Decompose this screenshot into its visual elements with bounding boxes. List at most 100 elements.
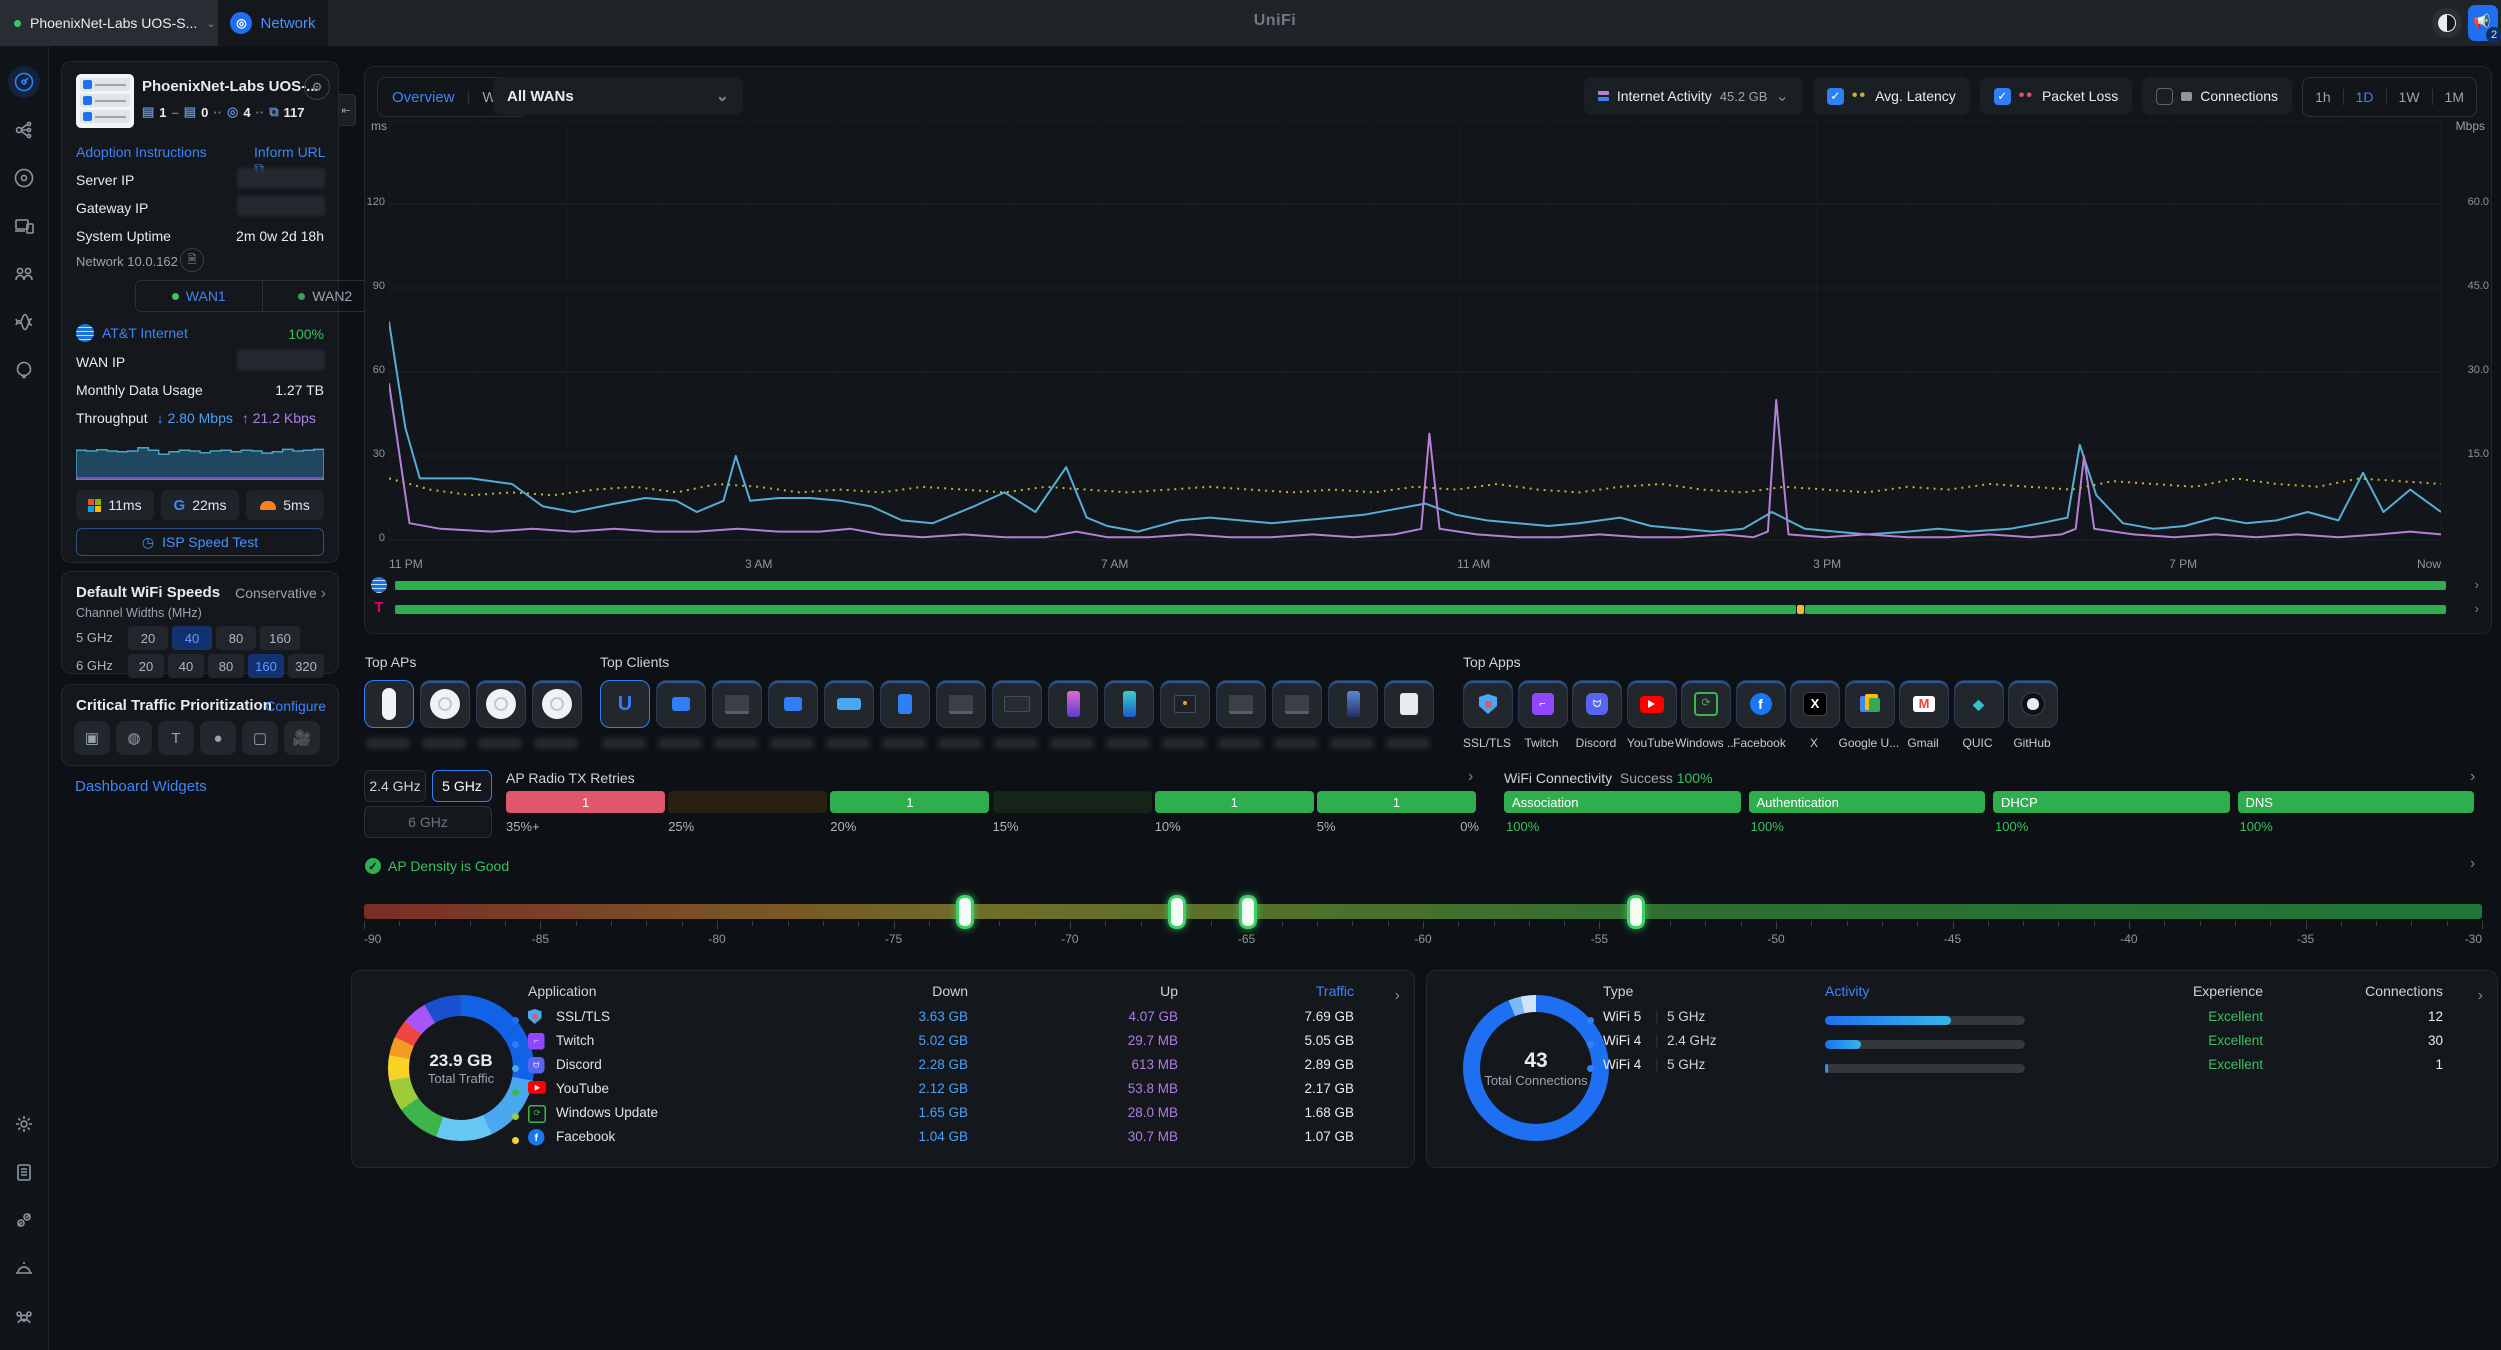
traffic-row[interactable]: f Facebook 1.04 GB 30.7 MB 1.07 GB (528, 1129, 1378, 1153)
tile-phone-blue-icon[interactable] (1328, 680, 1376, 752)
tile-phone-teal-icon[interactable] (1104, 680, 1152, 752)
traffic-row[interactable]: SSL/TLS 3.63 GB 4.07 GB 7.69 GB (528, 1009, 1378, 1033)
time-range-1h[interactable]: 1h (2303, 89, 2343, 105)
sidebar-clients-icon[interactable] (8, 210, 40, 242)
band-5g-button[interactable]: 5 GHz (432, 770, 492, 802)
tile-x[interactable]: XX (1790, 680, 1838, 770)
traffic-row[interactable]: ⟳ Windows Update 1.65 GB 28.0 MB 1.68 GB (528, 1105, 1378, 1129)
tile-unifi-logo-icon[interactable]: U (600, 680, 648, 752)
release-notes-icon[interactable]: 🗎 (180, 248, 204, 272)
tile-laptop-icon[interactable] (712, 680, 760, 752)
uptime-chevron-icon[interactable]: › (2475, 577, 2479, 592)
sidebar-unifi-devices-icon[interactable] (8, 162, 40, 194)
sidebar-hotspot-icon[interactable] (8, 354, 40, 386)
tab-overview[interactable]: Overview (392, 89, 455, 106)
ap-density-marker[interactable] (1168, 895, 1186, 929)
channel-width-chip[interactable]: 40 (168, 654, 204, 678)
channel-width-chip[interactable]: 20 (128, 626, 168, 650)
channel-width-chip[interactable]: 160 (260, 626, 300, 650)
tile-iot-tall-icon[interactable] (880, 680, 928, 752)
wan-select[interactable]: All WANs⌄ (493, 77, 743, 115)
ap-density-marker[interactable] (1239, 895, 1257, 929)
band-6g-button[interactable]: 6 GHz (364, 806, 492, 838)
tile-box-device-icon[interactable] (1160, 680, 1208, 752)
retries-chevron-icon[interactable]: › (1468, 768, 1473, 786)
tile-ap-disc-icon[interactable] (420, 680, 468, 752)
channel-width-chip[interactable]: 320 (288, 654, 324, 678)
tile-gmail[interactable]: MGmail (1899, 680, 1947, 770)
sort-traffic[interactable]: Traffic (1316, 983, 1354, 999)
sidebar-integrations-icon[interactable] (8, 1204, 40, 1236)
band-2g-button[interactable]: 2.4 GHz (364, 770, 426, 802)
type-row[interactable]: WiFi 4 | 5 GHz Excellent 1 (1603, 1057, 2463, 1081)
adoption-instructions-link[interactable]: Adoption Instructions (76, 144, 207, 160)
type-row[interactable]: WiFi 4 | 2.4 GHz Excellent 30 (1603, 1033, 2463, 1057)
sidebar-guests-icon[interactable] (8, 258, 40, 290)
tile-google-u-[interactable]: Google U... (1845, 680, 1893, 770)
sidebar-statistics-icon[interactable] (8, 306, 40, 338)
sidebar-system-log-icon[interactable] (8, 1156, 40, 1188)
tile-ap-disc-icon[interactable] (476, 680, 524, 752)
sort-activity[interactable]: Activity (1825, 983, 1869, 999)
tile-phone-pink-icon[interactable] (1048, 680, 1096, 752)
tile-ssl-tls[interactable]: SSL/TLS (1463, 680, 1511, 770)
tile-laptop-icon[interactable] (1216, 680, 1264, 752)
announcements-button[interactable]: 📢 2 (2468, 5, 2498, 41)
isp-speed-test-button[interactable]: ◷ISP Speed Test (76, 528, 324, 556)
tile-iot-device-icon[interactable] (656, 680, 704, 752)
avg-latency-toggle[interactable]: ✓ •• Avg. Latency (1813, 77, 1970, 115)
sidebar-alerts-icon[interactable] (8, 1252, 40, 1284)
tile-iot-device-icon[interactable] (768, 680, 816, 752)
tab-wan1[interactable]: WAN1 (136, 281, 263, 311)
tile-laptop-icon[interactable] (1272, 680, 1320, 752)
tile-facebook[interactable]: fFacebook (1736, 680, 1784, 770)
tile-discord[interactable]: ᗢDiscord (1572, 680, 1620, 770)
console-settings-icon[interactable]: ⚙ (304, 74, 330, 100)
packet-loss-toggle[interactable]: ✓ •• Packet Loss (1980, 77, 2132, 115)
tab-network[interactable]: ◎ Network (218, 0, 328, 46)
channel-width-chip[interactable]: 80 (208, 654, 244, 678)
channel-width-chip[interactable]: 80 (216, 626, 256, 650)
density-chevron-icon[interactable]: › (2470, 855, 2475, 873)
tile-ap-disc-icon[interactable] (532, 680, 580, 752)
channel-width-chip[interactable]: 20 (128, 654, 164, 678)
ap-density-marker[interactable] (1627, 895, 1645, 929)
sidebar-admins-icon[interactable] (8, 1300, 40, 1332)
traffic-row[interactable]: YouTube 2.12 GB 53.8 MB 2.17 GB (528, 1081, 1378, 1105)
panel-collapse-handle[interactable]: ⇤ (336, 94, 356, 126)
channel-width-chip[interactable]: 40 (172, 626, 212, 650)
sidebar-dashboard-icon[interactable] (8, 66, 40, 98)
ap-density-marker[interactable] (956, 895, 974, 929)
traffic-row[interactable]: ⌐ Twitch 5.02 GB 29.7 MB 5.05 GB (528, 1033, 1378, 1057)
tile-laptop-icon[interactable] (936, 680, 984, 752)
tile-ap-mesh-icon[interactable] (364, 680, 412, 752)
time-range-1M[interactable]: 1M (2433, 89, 2476, 105)
channel-width-chip[interactable]: 160 (248, 654, 284, 678)
tile-quic[interactable]: ◆QUIC (1954, 680, 2002, 770)
dashboard-widgets-link[interactable]: Dashboard Widgets (75, 778, 207, 795)
internet-activity-chart[interactable] (389, 121, 2441, 551)
time-range-1W[interactable]: 1W (2387, 89, 2432, 105)
type-chevron-icon[interactable]: › (2478, 987, 2483, 1005)
tile-console-icon[interactable] (992, 680, 1040, 752)
tile-white-device-icon[interactable] (1384, 680, 1432, 752)
type-row[interactable]: WiFi 5 | 5 GHz Excellent 12 (1603, 1009, 2463, 1033)
site-switcher[interactable]: PhoenixNet-Labs UOS-S... ⌄ (0, 0, 218, 46)
tile-github[interactable]: GitHub (2008, 680, 2056, 770)
tile-iot-wide-icon[interactable] (824, 680, 872, 752)
sidebar-topology-icon[interactable] (8, 114, 40, 146)
uptime-chevron-icon[interactable]: › (2475, 601, 2479, 616)
sidebar-settings-icon[interactable] (8, 1108, 40, 1140)
tile-youtube[interactable]: YouTube (1627, 680, 1675, 770)
connectivity-chevron-icon[interactable]: › (2470, 768, 2475, 786)
configure-link[interactable]: Configure (265, 698, 326, 714)
theme-toggle-icon[interactable] (2432, 8, 2462, 38)
time-range-1D[interactable]: 1D (2344, 89, 2386, 105)
internet-activity-control[interactable]: Internet Activity 45.2 GB ⌄ (1584, 77, 1803, 115)
traffic-chevron-icon[interactable]: › (1395, 987, 1400, 1005)
traffic-row[interactable]: ᗢ Discord 2.28 GB 613 MB 2.89 GB (528, 1057, 1378, 1081)
tile-twitch[interactable]: ⌐Twitch (1518, 680, 1566, 770)
tile-windows-[interactable]: ⟳Windows ... (1681, 680, 1729, 770)
wifi-speeds-mode[interactable]: Conservative › (235, 585, 326, 603)
ap-density-scale[interactable]: -90-85-80-75-70-65-60-55-50-45-40-35-30 (364, 886, 2482, 950)
